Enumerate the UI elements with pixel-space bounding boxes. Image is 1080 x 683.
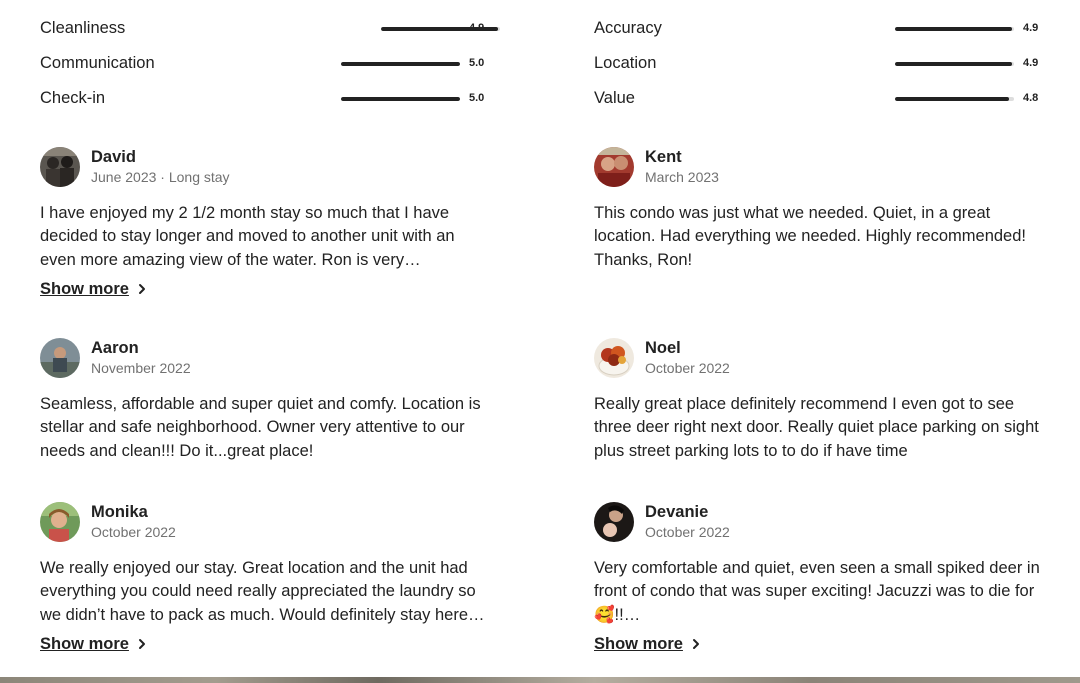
reviewer-name: David (91, 148, 136, 166)
avatar[interactable] (594, 502, 634, 542)
rating-bar-fill (341, 97, 460, 101)
review-text: We really enjoyed our stay. Great locati… (40, 559, 485, 624)
rating-score: 5.0 (469, 57, 485, 69)
rating-label: Accuracy (594, 19, 662, 37)
rating-check-in: Check-in 5.0 (40, 88, 486, 108)
review-date: June 2023 · Long stay (91, 169, 230, 185)
rating-score: 4.8 (1023, 92, 1039, 104)
rating-bar-fill (895, 62, 1012, 66)
rating-bar (895, 27, 1014, 31)
chevron-right-icon (138, 638, 145, 649)
review-date: March 2023 (645, 169, 719, 185)
rating-bar (341, 62, 460, 66)
show-more-label: Show more (40, 634, 129, 653)
rating-bar (895, 97, 1014, 101)
avatar[interactable] (594, 338, 634, 378)
rating-bar-fill (895, 97, 1010, 101)
rating-label: Location (594, 54, 657, 72)
rating-value: Value 4.8 (594, 88, 1040, 108)
rating-cleanliness: Cleanliness 4.9 (40, 18, 500, 38)
rating-score: 4.9 (1023, 57, 1039, 69)
review-card: Aaron November 2022 Seamless, affordable… (40, 338, 486, 463)
rating-score: 4.9 (1023, 22, 1039, 34)
chevron-right-icon (692, 638, 699, 649)
show-more-button[interactable]: Show more (40, 278, 148, 300)
rating-bar-fill (895, 27, 1012, 31)
rating-bar-fill (341, 62, 460, 66)
review-text: Really great place definitely recommend … (594, 395, 1039, 460)
reviewer-name: Devanie (645, 503, 709, 521)
avatar[interactable] (40, 338, 80, 378)
reviewer-name: Kent (645, 148, 682, 166)
review-date: October 2022 (645, 360, 730, 376)
rating-location: Location 4.9 (594, 53, 1040, 73)
show-more-button[interactable]: Show more (40, 633, 148, 655)
reviewer-name: Monika (91, 503, 148, 521)
review-card: Monika October 2022 We really enjoyed ou… (40, 502, 486, 655)
review-text: Seamless, affordable and super quiet and… (40, 395, 481, 460)
review-card: David June 2023 · Long stay I have enjoy… (40, 147, 486, 300)
review-date: October 2022 (91, 524, 176, 540)
avatar[interactable] (40, 502, 80, 542)
review-text: Very comfortable and quiet, even seen a … (594, 559, 1040, 624)
review-card: Kent March 2023 This condo was just what… (594, 147, 1040, 272)
show-more-button[interactable]: Show more (594, 633, 702, 655)
reviewer-name: Aaron (91, 339, 139, 357)
rating-label: Communication (40, 54, 155, 72)
review-card: Noel October 2022 Really great place def… (594, 338, 1040, 463)
rating-score: 5.0 (469, 92, 485, 104)
rating-label: Cleanliness (40, 19, 126, 37)
review-date: October 2022 (645, 524, 730, 540)
rating-communication: Communication 5.0 (40, 53, 486, 73)
reviewer-name: Noel (645, 339, 681, 357)
review-date: November 2022 (91, 360, 191, 376)
rating-label: Value (594, 89, 635, 107)
review-card: Devanie October 2022 Very comfortable an… (594, 502, 1040, 655)
avatar[interactable] (40, 147, 80, 187)
review-text: I have enjoyed my 2 1/2 month stay so mu… (40, 204, 455, 269)
rating-bar (341, 97, 460, 101)
show-more-label: Show more (40, 279, 129, 298)
chevron-right-icon (138, 283, 145, 294)
avatar[interactable] (594, 147, 634, 187)
show-more-label: Show more (594, 634, 683, 653)
rating-label: Check-in (40, 89, 106, 107)
rating-score: 4.9 (469, 22, 485, 34)
rating-bar (895, 62, 1014, 66)
photo-strip (0, 677, 1080, 683)
rating-accuracy: Accuracy 4.9 (594, 18, 1040, 38)
review-text: This condo was just what we needed. Quie… (594, 204, 1026, 269)
